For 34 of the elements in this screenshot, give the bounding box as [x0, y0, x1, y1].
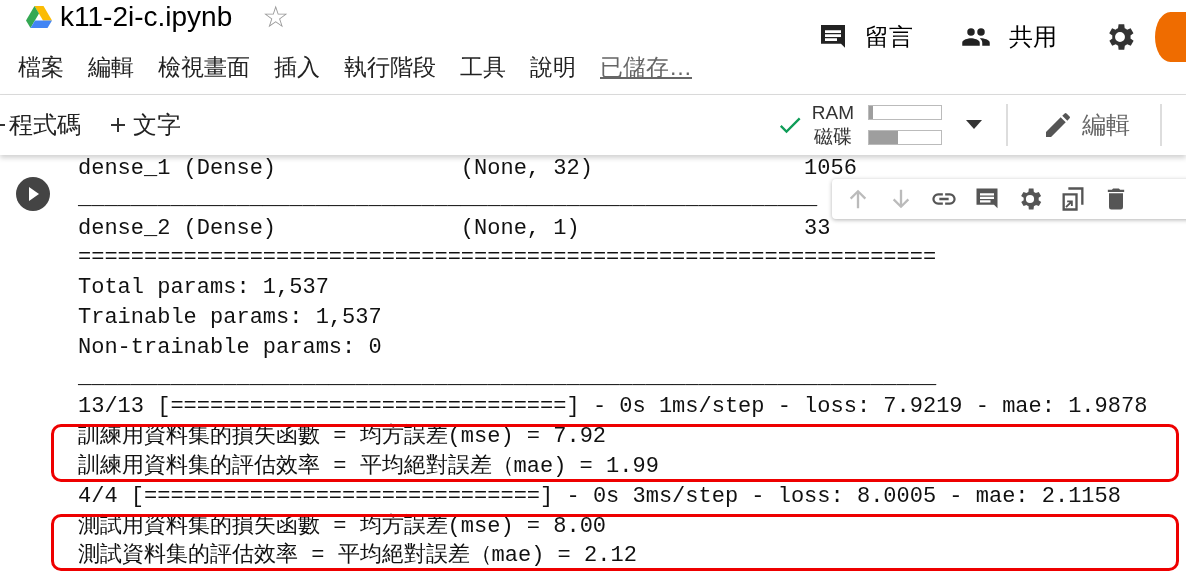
ram-label: RAM: [811, 101, 854, 125]
output-line: dense_2 (Dense) (None, 1) 33: [78, 214, 831, 243]
output-line: 測試資料集的評估效率 = 平均絕對誤差（mae) = 2.12: [78, 541, 637, 571]
menu-item[interactable]: 工具: [460, 52, 506, 83]
output-line: Non-trainable params: 0: [78, 333, 382, 362]
output-line: 13/13 [==============================] - 0s 1ms/step - loss: 7.9219 - mae: 1.9878: [78, 393, 1148, 422]
output-line: _________________________________________________________________: [78, 363, 937, 392]
output-line: Trainable params: 1,537: [78, 304, 382, 332]
menu-item[interactable]: 編輯: [88, 52, 134, 83]
resource-meter[interactable]: [868, 105, 942, 145]
share-button[interactable]: 共用: [1009, 21, 1057, 53]
menu-item[interactable]: 檢視畫面: [158, 52, 250, 83]
output-line: dense_1 (Dense) (None, 32) 1056: [78, 155, 857, 183]
save-status-link[interactable]: 已儲存…: [600, 52, 692, 83]
caret-icon[interactable]: [966, 120, 982, 130]
menu-item[interactable]: 執行階段: [344, 52, 436, 83]
notebook-title[interactable]: k11-2i-c.ipynb: [60, 1, 233, 33]
output-line: 訓練用資料集的評估效率 = 平均絕對誤差（mae) = 1.99: [78, 452, 659, 481]
add-text-button[interactable]: 文字: [111, 109, 181, 141]
output-line: ________________________________________________________: [78, 184, 818, 213]
output-line: Total params: 1,537: [78, 274, 329, 303]
disk-label: 磁碟: [813, 125, 852, 149]
avatar-icon[interactable]: [1155, 12, 1186, 62]
menu-item[interactable]: 插入: [274, 52, 320, 83]
run-cell-button[interactable]: [15, 176, 51, 212]
menu-item[interactable]: 檔案: [18, 52, 64, 83]
edit-button[interactable]: 編輯: [1042, 109, 1130, 141]
output-line: =================================================================: [78, 244, 937, 273]
drive-logo-icon: [26, 6, 52, 28]
output-line: 4/4 [==============================] - 0s 3ms/step - loss: 8.0005 - mae: 2.1158: [78, 482, 1121, 511]
add-code-button[interactable]: 程式碼: [0, 109, 81, 141]
menu-item[interactable]: 說明: [530, 52, 576, 83]
comment-button[interactable]: 留言: [865, 21, 913, 53]
plus-icon: [111, 118, 125, 132]
